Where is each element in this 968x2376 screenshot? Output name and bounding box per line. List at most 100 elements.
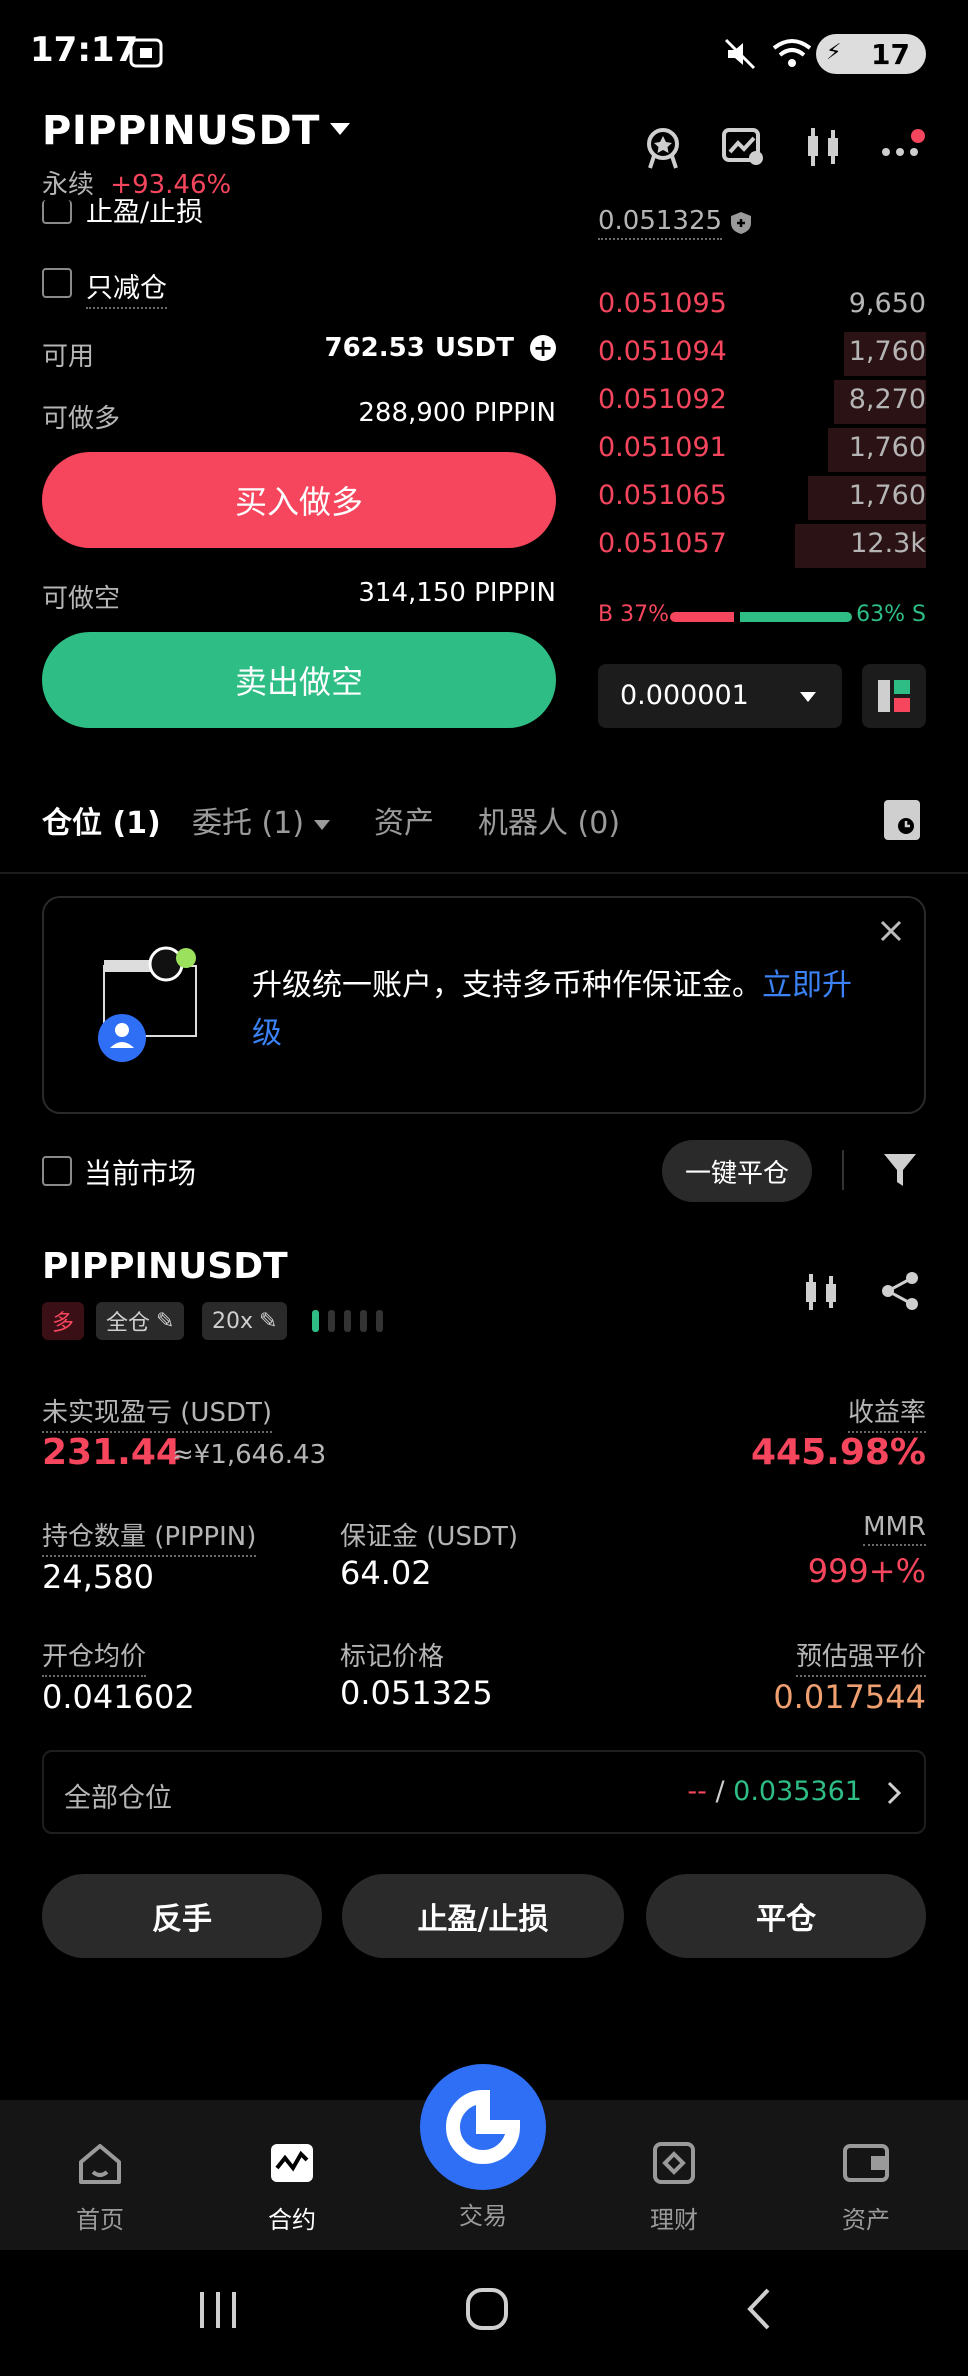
leverage-badge[interactable]: 20x ✎ [202, 1302, 288, 1340]
ask-price: 0.051057 [598, 528, 727, 559]
ask-price: 0.051095 [598, 288, 727, 319]
nav-home[interactable]: 首页 [40, 2140, 160, 2235]
unrealized-cny: ≈¥1,646.43 [172, 1440, 327, 1470]
back-icon[interactable] [744, 2286, 774, 2332]
all-positions-label: 全部仓位 [64, 1783, 172, 1814]
margin-mode-badge[interactable]: 全仓 ✎ [96, 1302, 185, 1340]
more-icon[interactable] [880, 124, 926, 170]
can-long-value: 288,900 PIPPIN [358, 398, 556, 428]
margin-value: 64.02 [340, 1554, 432, 1592]
transfer-plus-icon[interactable]: + [530, 334, 556, 362]
tab-item[interactable]: 仓位 (1) [42, 798, 161, 842]
position-symbol: PIPPINUSDT [42, 1246, 288, 1287]
ask-price: 0.051091 [598, 432, 727, 463]
tabs-divider [0, 872, 968, 874]
reduce-only-checkbox[interactable] [42, 268, 72, 298]
buy-long-button[interactable]: 买入做多 [42, 452, 556, 548]
close-icon[interactable] [878, 918, 904, 944]
entry-label: 开仓均价 [42, 1636, 147, 1677]
upgrade-banner[interactable]: 升级统一账户，支持多币种作保证金。立即升级 [42, 896, 926, 1114]
tab-item[interactable]: 机器人 (0) [478, 798, 620, 842]
candlestick-icon[interactable] [800, 1272, 846, 1312]
medal-icon[interactable] [640, 124, 686, 170]
wallet-icon [843, 2144, 889, 2182]
ask-quantity: 1,760 [848, 432, 926, 463]
margin-label: 保证金 (USDT) [340, 1522, 518, 1552]
home-button-icon[interactable] [464, 2286, 510, 2332]
nav-earn[interactable]: 理财 [614, 2140, 734, 2235]
all-positions-left: -- [687, 1776, 707, 1807]
liq-label: 预估强平价 [795, 1636, 926, 1677]
current-market-checkbox[interactable] [42, 1156, 72, 1186]
ask-quantity: 1,760 [848, 480, 926, 511]
history-icon[interactable] [884, 800, 920, 840]
tpsl-button[interactable]: 止盈/止损 [342, 1874, 624, 1958]
orderbook-ask-row[interactable]: 0.051057 12.3k [598, 522, 926, 570]
close-position-button[interactable]: 平仓 [646, 1874, 926, 1958]
orderbook-ask-row[interactable]: 0.051091 1,760 [598, 426, 926, 474]
share-icon[interactable] [880, 1270, 922, 1312]
contract-type: 永续 [42, 170, 95, 200]
can-short-label: 可做空 [42, 584, 121, 614]
ask-quantity: 8,270 [848, 384, 926, 415]
all-positions-sep: / [715, 1776, 725, 1807]
precision-select[interactable]: 0.000001 [598, 664, 842, 728]
orderbook-ask-row[interactable]: 0.051094 1,760 [598, 330, 926, 378]
status-time: 17:17 [30, 30, 139, 70]
chevron-down-icon [800, 692, 816, 702]
mark-label: 标记价格 [340, 1642, 445, 1672]
liq-value: 0.017544 [773, 1678, 926, 1716]
margin-mode: 全仓 [106, 1311, 151, 1336]
mark-price-row[interactable]: 0.051325 [598, 206, 752, 240]
close-all-button[interactable]: 一键平仓 [662, 1140, 812, 1202]
all-positions-row[interactable]: 全部仓位 -- / 0.035361 [42, 1750, 926, 1834]
nav-assets[interactable]: 资产 [806, 2140, 926, 2235]
tab-item[interactable]: 委托 (1) [192, 798, 331, 842]
nav-trade-button[interactable] [420, 2064, 546, 2190]
chart-settings-icon[interactable] [720, 124, 766, 170]
tpsl-checkbox[interactable] [42, 200, 72, 224]
edit-icon: ✎ [259, 1308, 278, 1334]
wifi-icon [772, 39, 812, 67]
qty-value: 24,580 [42, 1558, 154, 1596]
orderbook-ask-row[interactable]: 0.051092 8,270 [598, 378, 926, 426]
candlestick-icon[interactable] [800, 124, 846, 170]
precision-value: 0.000001 [620, 680, 749, 711]
banner-message: 升级统一账户，支持多币种作保证金。 [252, 968, 762, 1003]
can-short-value: 314,150 PIPPIN [358, 578, 556, 608]
leverage: 20x [212, 1308, 254, 1334]
all-positions-right: 0.035361 [733, 1776, 862, 1807]
sell-short-button[interactable]: 卖出做空 [42, 632, 556, 728]
battery-indicator: ⚡ 17 [816, 34, 926, 74]
orderbook-layout-button[interactable] [862, 664, 926, 728]
available-label: 可用 [42, 342, 95, 372]
symbol-selector[interactable]: PIPPINUSDT [42, 108, 350, 154]
mark-value: 0.051325 [340, 1674, 493, 1712]
ask-quantity: 12.3k [850, 528, 926, 559]
orderbook-ask-row[interactable]: 0.051065 1,760 [598, 474, 926, 522]
nav-earn-label: 理财 [650, 2206, 698, 2234]
entry-value: 0.041602 [42, 1678, 195, 1716]
nav-assets-label: 资产 [842, 2206, 890, 2234]
ratio-bar-buy [670, 612, 734, 622]
mark-price: 0.051325 [598, 206, 723, 240]
side-badge: 多 [42, 1302, 85, 1340]
filter-icon[interactable] [882, 1150, 918, 1190]
recent-apps-icon[interactable] [196, 2290, 242, 2330]
available-row: 762.53 USDT + [324, 333, 556, 363]
all-positions-values: -- / 0.035361 [687, 1776, 862, 1807]
earn-icon [653, 2142, 695, 2184]
nav-futures[interactable]: 合约 [232, 2140, 352, 2235]
nav-trade-label: 交易 [459, 2202, 507, 2230]
tab-item[interactable]: 资产 [374, 798, 434, 842]
folder-illustration-icon [98, 946, 197, 1062]
tpsl-label: 止盈/止损 [86, 198, 204, 224]
ratio-bar-sell [740, 612, 852, 622]
orderbook-ask-row[interactable]: 0.051095 9,650 [598, 282, 926, 330]
roe-label: 收益率 [847, 1392, 926, 1433]
tab-label: 委托 (1) [192, 806, 305, 841]
available-value: 762.53 [324, 333, 425, 363]
reduce-only-label: 只减仓 [86, 266, 167, 309]
reverse-button[interactable]: 反手 [42, 1874, 322, 1958]
buy-ratio-label: B 37% [598, 602, 669, 627]
